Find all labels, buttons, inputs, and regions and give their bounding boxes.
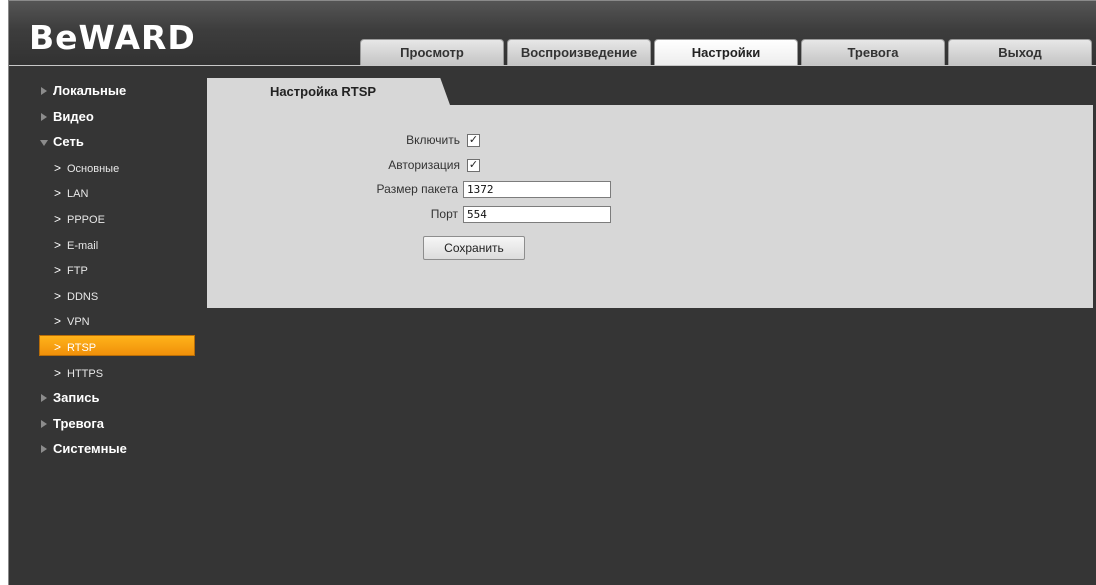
sidebar-subitem-ddns[interactable]: > DDNS	[37, 288, 199, 314]
sidebar-item-label: Сеть	[53, 134, 84, 150]
enable-label: Включить	[406, 133, 460, 147]
auth-checkbox[interactable]: ✓	[467, 159, 480, 172]
sidebar-subitem-label: VPN	[67, 316, 90, 329]
triangle-right-icon	[41, 112, 47, 121]
triangle-right-icon	[41, 419, 47, 428]
brand-logo: BeWARD	[29, 18, 196, 57]
content-tab-rtsp: Настройка RTSP	[207, 78, 450, 105]
chevron-right-icon: >	[54, 263, 62, 278]
chevron-right-icon: >	[54, 211, 62, 226]
chevron-right-icon: >	[54, 160, 62, 175]
chevron-right-icon: >	[54, 237, 62, 252]
content-title: Настройка RTSP	[269, 84, 377, 99]
sidebar-subitem-label: HTTPS	[67, 367, 104, 380]
chevron-right-icon: >	[54, 186, 62, 201]
header-divider	[9, 65, 1096, 66]
triangle-right-icon	[41, 445, 47, 454]
sidebar-subitem-pppoe[interactable]: > PPPOE	[37, 211, 199, 237]
sidebar-item-label: Запись	[53, 390, 100, 406]
triangle-right-icon	[41, 87, 47, 95]
packet-size-input[interactable]	[463, 181, 611, 198]
tab-settings[interactable]: Настройки	[654, 39, 798, 65]
chevron-right-icon: >	[54, 339, 62, 354]
packet-size-label: Размер пакета	[376, 182, 458, 196]
sidebar-item-record[interactable]: Запись	[37, 390, 199, 416]
tab-logout[interactable]: Выход	[948, 39, 1092, 65]
tab-playback[interactable]: Воспроизведение	[507, 39, 651, 65]
checkmark-icon: ✓	[468, 159, 479, 171]
tab-view[interactable]: Просмотр	[360, 39, 504, 65]
sidebar-subitem-ftp[interactable]: > FTP	[37, 262, 199, 288]
triangle-down-icon	[40, 140, 48, 147]
sidebar-item-local[interactable]: Локальные	[37, 83, 199, 109]
sidebar-subitem-label: FTP	[67, 265, 88, 278]
sidebar-item-label: Видео	[53, 108, 94, 124]
rtsp-settings-panel: Включить ✓ Авторизация ✓ Размер пакета П…	[207, 105, 1093, 308]
sidebar: Локальные Видео Сеть > Основные > LAN > …	[37, 83, 199, 467]
chevron-right-icon: >	[54, 288, 62, 303]
sidebar-item-video[interactable]: Видео	[37, 109, 199, 135]
sidebar-subitem-email[interactable]: > E-mail	[37, 237, 199, 263]
sidebar-item-label: Системные	[53, 441, 127, 457]
sidebar-subitem-label: PPPOE	[67, 213, 105, 226]
save-button[interactable]: Сохранить	[423, 236, 525, 260]
sidebar-item-label: Тревога	[53, 415, 105, 431]
sidebar-subitem-label: RTSP	[67, 341, 97, 354]
active-highlight	[39, 334, 195, 356]
sidebar-item-system[interactable]: Системные	[37, 441, 199, 467]
sidebar-subitem-label: DDNS	[67, 290, 99, 303]
port-input[interactable]	[463, 206, 611, 223]
sidebar-item-alarm[interactable]: Тревога	[37, 416, 199, 442]
chevron-right-icon: >	[54, 365, 62, 380]
port-label: Порт	[430, 207, 458, 221]
top-bar: BeWARD Просмотр Воспроизведение Настройк…	[9, 1, 1096, 65]
sidebar-subitem-https[interactable]: > HTTPS	[37, 365, 199, 391]
sidebar-subitem-label: LAN	[67, 188, 89, 201]
tab-alarm[interactable]: Тревога	[801, 39, 945, 65]
sidebar-item-label: Локальные	[53, 83, 127, 98]
chevron-right-icon: >	[54, 314, 62, 329]
checkmark-icon: ✓	[468, 134, 479, 146]
sidebar-subitem-rtsp[interactable]: > RTSP	[37, 334, 199, 365]
sidebar-subitem-label: E-mail	[67, 239, 99, 252]
auth-label: Авторизация	[388, 158, 460, 172]
sidebar-subitem-label: Основные	[67, 162, 120, 175]
app-frame: BeWARD Просмотр Воспроизведение Настройк…	[8, 0, 1096, 585]
sidebar-item-network[interactable]: Сеть	[37, 134, 199, 160]
sidebar-subitem-lan[interactable]: > LAN	[37, 185, 199, 211]
enable-checkbox[interactable]: ✓	[467, 134, 480, 147]
sidebar-subitem-basic[interactable]: > Основные	[37, 160, 199, 186]
triangle-right-icon	[41, 394, 47, 403]
